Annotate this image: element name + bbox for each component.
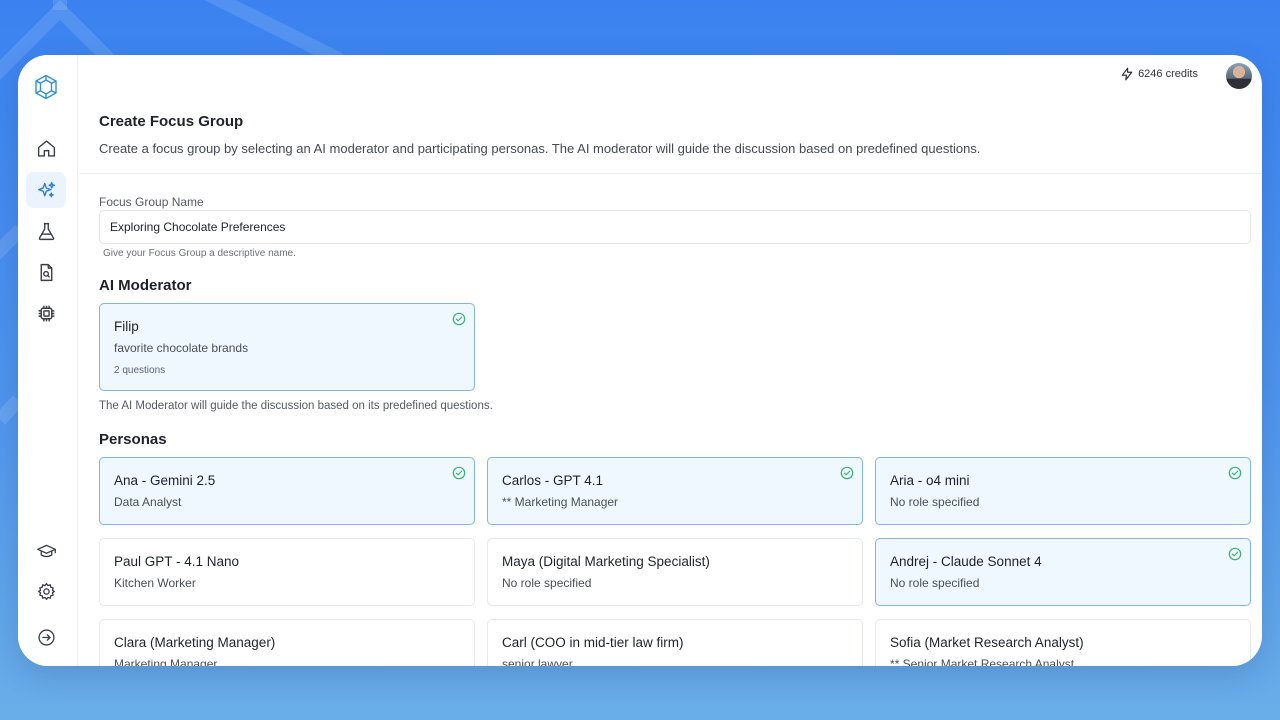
personas-title: Personas xyxy=(99,431,167,448)
persona-name: Clara (Marketing Manager) xyxy=(114,635,276,650)
persona-card[interactable]: Paul GPT - 4.1 Nano Kitchen Worker xyxy=(99,538,475,606)
check-circle-icon xyxy=(1228,466,1242,480)
persona-name: Andrej - Claude Sonnet 4 xyxy=(890,554,1042,569)
focus-group-name-input[interactable] xyxy=(99,210,1251,244)
nav-learn[interactable] xyxy=(26,533,66,569)
check-circle-icon xyxy=(452,312,466,326)
persona-name: Maya (Digital Marketing Specialist) xyxy=(502,554,710,569)
persona-card[interactable]: Maya (Digital Marketing Specialist) No ro… xyxy=(487,538,863,606)
persona-name: Carlos - GPT 4.1 xyxy=(502,473,604,488)
nav-documents[interactable] xyxy=(26,254,66,290)
persona-role: Data Analyst xyxy=(114,495,182,509)
credits-indicator[interactable]: 6246 credits xyxy=(1120,67,1198,81)
document-search-icon xyxy=(40,263,52,281)
app-logo-icon[interactable] xyxy=(33,74,59,100)
user-avatar[interactable] xyxy=(1226,63,1252,89)
sidebar xyxy=(18,55,78,666)
moderator-helper-text: The AI Moderator will guide the discussi… xyxy=(99,400,493,412)
persona-card[interactable]: Andrej - Claude Sonnet 4 No role specifie… xyxy=(875,538,1251,606)
persona-role: ** Senior Market Research Analyst xyxy=(890,657,1075,666)
credits-text: 6246 credits xyxy=(1138,68,1198,80)
header-divider xyxy=(79,173,1262,174)
ai-moderator-title: AI Moderator xyxy=(99,277,192,294)
moderator-card-filip[interactable]: Filip favorite chocolate brands 2 questi… xyxy=(99,303,475,391)
persona-name: Carl (COO in mid-tier law firm) xyxy=(502,635,684,650)
page-title: Create Focus Group xyxy=(99,113,244,130)
moderator-question-count: 2 questions xyxy=(114,365,166,376)
persona-name: Ana - Gemini 2.5 xyxy=(114,473,216,488)
persona-card[interactable]: Ana - Gemini 2.5 Data Analyst xyxy=(99,457,475,525)
nav-models[interactable] xyxy=(26,295,66,331)
check-circle-icon xyxy=(452,466,466,480)
page-header: Create Focus Group Create a focus group … xyxy=(99,113,1262,156)
persona-card[interactable]: Clara (Marketing Manager) Marketing Manag… xyxy=(99,619,475,666)
nav-settings[interactable] xyxy=(26,573,66,609)
focus-group-name-hint: Give your Focus Group a descriptive name… xyxy=(103,248,296,259)
chip-icon xyxy=(38,305,54,321)
persona-role: Kitchen Worker xyxy=(114,576,196,590)
persona-name: Aria - o4 mini xyxy=(890,473,970,488)
main-content: 6246 credits Create Focus Group Create a… xyxy=(79,55,1262,666)
collapse-sidebar-button[interactable] xyxy=(26,619,66,655)
nav-experiments[interactable] xyxy=(26,213,66,249)
persona-card[interactable]: Carl (COO in mid-tier law firm) senior la… xyxy=(487,619,863,666)
persona-card[interactable]: Sofia (Market Research Analyst) ** Senior… xyxy=(875,619,1251,666)
persona-role: No role specified xyxy=(502,576,592,590)
persona-role: ** Marketing Manager xyxy=(502,495,619,509)
graduation-cap-icon xyxy=(36,544,56,557)
settings-icon xyxy=(37,582,55,600)
persona-role: senior lawyer xyxy=(502,657,573,666)
page-description: Create a focus group by selecting an AI … xyxy=(99,141,981,156)
sparkles-icon xyxy=(37,181,55,197)
persona-card[interactable]: Aria - o4 mini No role specified xyxy=(875,457,1251,525)
nav-focus-groups[interactable] xyxy=(26,172,66,208)
persona-role: No role specified xyxy=(890,576,980,590)
home-icon xyxy=(37,139,55,157)
collapse-arrow-icon xyxy=(37,628,55,646)
flask-icon xyxy=(38,222,54,240)
persona-name: Paul GPT - 4.1 Nano xyxy=(114,554,240,569)
moderator-name: Filip xyxy=(114,319,139,334)
persona-name: Sofia (Market Research Analyst) xyxy=(890,635,1084,650)
focus-group-name-label: Focus Group Name xyxy=(99,195,204,209)
nav-home[interactable] xyxy=(26,130,66,166)
persona-role: No role specified xyxy=(890,495,980,509)
persona-card[interactable]: Carlos - GPT 4.1 ** Marketing Manager xyxy=(487,457,863,525)
persona-role: Marketing Manager xyxy=(114,657,218,666)
check-circle-icon xyxy=(840,466,854,480)
app-window: 6246 credits Create Focus Group Create a… xyxy=(18,55,1262,666)
check-circle-icon xyxy=(1228,547,1242,561)
lightning-icon xyxy=(1121,67,1133,81)
moderator-topic: favorite chocolate brands xyxy=(114,341,249,355)
